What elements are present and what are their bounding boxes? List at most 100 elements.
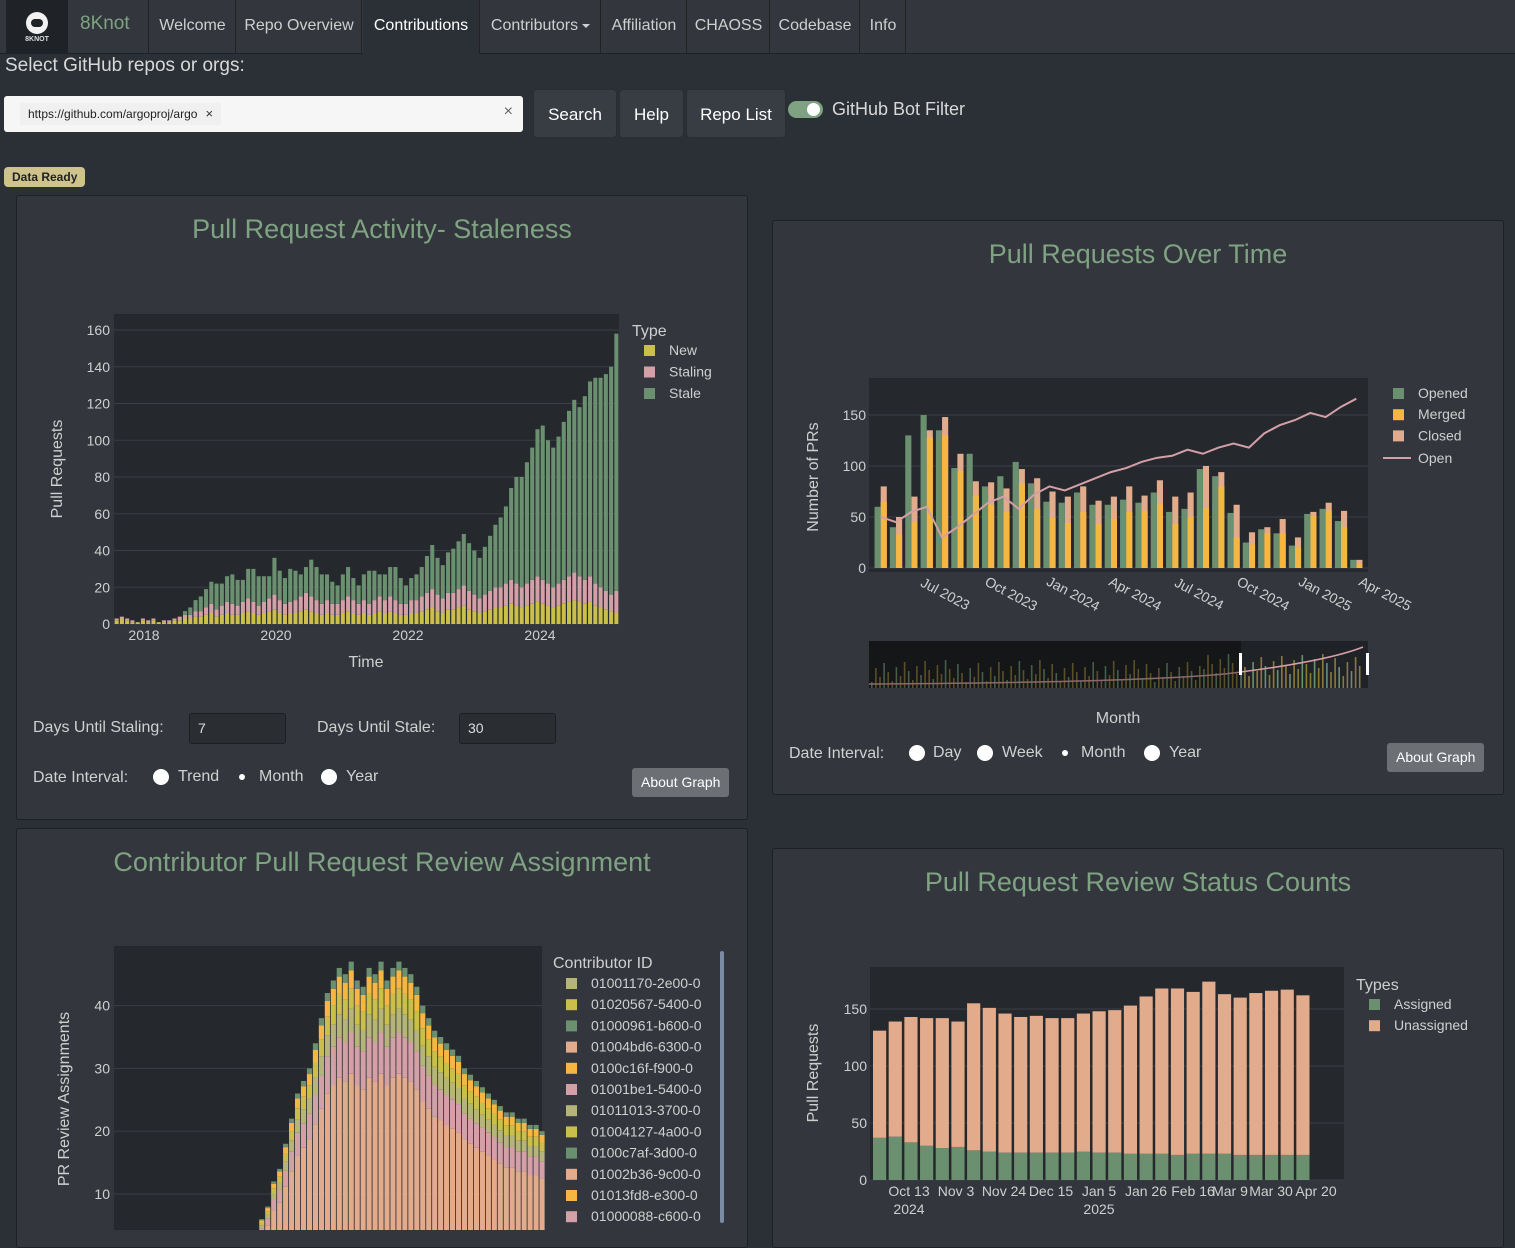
bar-staling bbox=[119, 616, 124, 619]
legend-label: New bbox=[669, 342, 698, 358]
logo-icon bbox=[26, 12, 48, 34]
bar-segment bbox=[378, 1008, 384, 1033]
brand-name[interactable]: 8Knot bbox=[80, 13, 130, 35]
review-assignment-chart[interactable]: 10 20 30 40 PR Review Assignments Contributor… bbox=[17, 829, 748, 1230]
bar-segment bbox=[408, 982, 414, 1000]
nav-chaoss[interactable]: CHAOSS bbox=[688, 0, 770, 54]
bar-stale bbox=[335, 585, 340, 604]
bar-new bbox=[325, 612, 330, 624]
bar-unassigned bbox=[951, 1021, 965, 1147]
bar-staling bbox=[572, 572, 577, 601]
bar-segment bbox=[396, 961, 402, 971]
prs-over-time-chart[interactable]: 050100150Jul 2023 Oct 2023 Jan 2024 Apr 202… bbox=[773, 221, 1504, 731]
range-bar bbox=[1317, 668, 1320, 688]
bar-new bbox=[361, 612, 366, 624]
bar-segment bbox=[438, 1056, 444, 1073]
days-until-stale-input[interactable]: 30 bbox=[459, 713, 556, 744]
bar-segment bbox=[277, 1189, 283, 1203]
bar-segment bbox=[426, 1039, 432, 1057]
radio-trend[interactable] bbox=[153, 769, 169, 785]
bar-stale bbox=[346, 567, 351, 597]
bar-new bbox=[493, 607, 498, 624]
search-button[interactable]: Search bbox=[533, 89, 617, 138]
bar-segment bbox=[521, 1131, 527, 1141]
nav-codebase[interactable]: Codebase bbox=[771, 0, 860, 54]
bar-new bbox=[177, 620, 182, 624]
radio-year[interactable] bbox=[1144, 745, 1160, 761]
bar-segment bbox=[432, 1116, 438, 1230]
staleness-chart[interactable]: 0 20 40 60 80 100 120 140 160 2018 2020 2022 2024 Tim… bbox=[17, 196, 748, 696]
bar-segment bbox=[372, 974, 378, 983]
bar-staling bbox=[361, 600, 366, 613]
legend-label: 01002b36-9c00-0 bbox=[591, 1166, 701, 1182]
bar-segment bbox=[533, 1128, 539, 1137]
bar-segment bbox=[396, 1032, 402, 1074]
radio-day[interactable] bbox=[909, 745, 925, 761]
days-until-staling-input[interactable]: 7 bbox=[189, 713, 286, 744]
bar-unassigned bbox=[1186, 991, 1200, 1154]
bar-new bbox=[367, 614, 372, 624]
bar-segment bbox=[485, 1155, 491, 1230]
radio-month[interactable] bbox=[1057, 745, 1073, 761]
bar-staling bbox=[182, 614, 188, 619]
bar-segment bbox=[408, 1042, 414, 1082]
bar-segment bbox=[259, 1225, 265, 1229]
bar-new bbox=[414, 612, 419, 624]
bar-stale bbox=[524, 462, 529, 584]
help-button[interactable]: Help bbox=[619, 89, 684, 138]
radio-month[interactable] bbox=[234, 769, 250, 785]
bar-opened bbox=[1104, 504, 1111, 568]
bar-staling bbox=[393, 600, 398, 613]
bar-segment bbox=[366, 1014, 372, 1038]
bar-staling bbox=[614, 590, 619, 613]
nav-repo-overview[interactable]: Repo Overview bbox=[237, 0, 362, 54]
bar-segment bbox=[414, 1011, 420, 1030]
bar-segment bbox=[461, 1085, 468, 1099]
bar-new bbox=[135, 622, 140, 624]
legend-swatch bbox=[1393, 388, 1404, 399]
repo-list-button[interactable]: Repo List bbox=[686, 89, 786, 138]
bar-stale bbox=[561, 421, 566, 580]
repo-search-input[interactable]: https://github.com/argoproj/argo × × bbox=[4, 96, 523, 132]
bar-staling bbox=[588, 576, 593, 602]
bar-opened bbox=[1304, 513, 1311, 568]
bar-segment bbox=[300, 1123, 307, 1148]
y-tick-label: 20 bbox=[94, 579, 110, 595]
bar-segment bbox=[503, 1135, 509, 1148]
about-graph-button[interactable]: About Graph bbox=[632, 768, 730, 797]
nav-affiliation[interactable]: Affiliation bbox=[602, 0, 687, 54]
bar-segment bbox=[271, 1181, 277, 1184]
radio-month-label: Month bbox=[259, 768, 304, 785]
x-axis-label: Time bbox=[349, 654, 384, 671]
bar-segment bbox=[473, 1123, 480, 1148]
nav-contributions[interactable]: Contributions bbox=[363, 0, 480, 54]
y-tick-label: 30 bbox=[94, 1060, 110, 1076]
bar-opened bbox=[1350, 559, 1357, 568]
radio-week[interactable] bbox=[977, 745, 993, 761]
bar-segment bbox=[336, 1014, 342, 1038]
radio-year-label: Year bbox=[1169, 744, 1202, 761]
bar-segment bbox=[509, 1116, 515, 1126]
y-tick-label: 150 bbox=[843, 407, 867, 423]
bar-staling bbox=[593, 583, 598, 606]
nav-welcome[interactable]: Welcome bbox=[150, 0, 236, 54]
about-graph-button[interactable]: About Graph bbox=[1387, 743, 1485, 772]
review-status-chart[interactable]: 0 50 100 150 Oct 13 2024 Nov 3 Nov 24 Dec 15 Jan … bbox=[773, 849, 1504, 1230]
brand-logo[interactable]: 8KNOT bbox=[6, 0, 68, 54]
legend-swatch bbox=[644, 345, 655, 356]
bar-segment bbox=[324, 993, 330, 1001]
bar-staling bbox=[503, 583, 508, 606]
bar-segment bbox=[408, 1081, 414, 1230]
bar-new bbox=[272, 609, 277, 624]
nav-info[interactable]: Info bbox=[861, 0, 906, 54]
clear-icon[interactable]: × bbox=[504, 103, 513, 121]
bar-new bbox=[277, 612, 282, 624]
radio-year[interactable] bbox=[321, 769, 337, 785]
bar-stale bbox=[293, 570, 298, 601]
nav-contributors[interactable]: Contributors bbox=[481, 0, 601, 54]
x-tick-label: Oct 13 bbox=[888, 1183, 929, 1199]
bot-filter-toggle[interactable] bbox=[788, 101, 823, 118]
bar-new bbox=[319, 614, 324, 624]
chip-remove-icon[interactable]: × bbox=[205, 106, 213, 121]
bar-staling bbox=[477, 598, 482, 613]
